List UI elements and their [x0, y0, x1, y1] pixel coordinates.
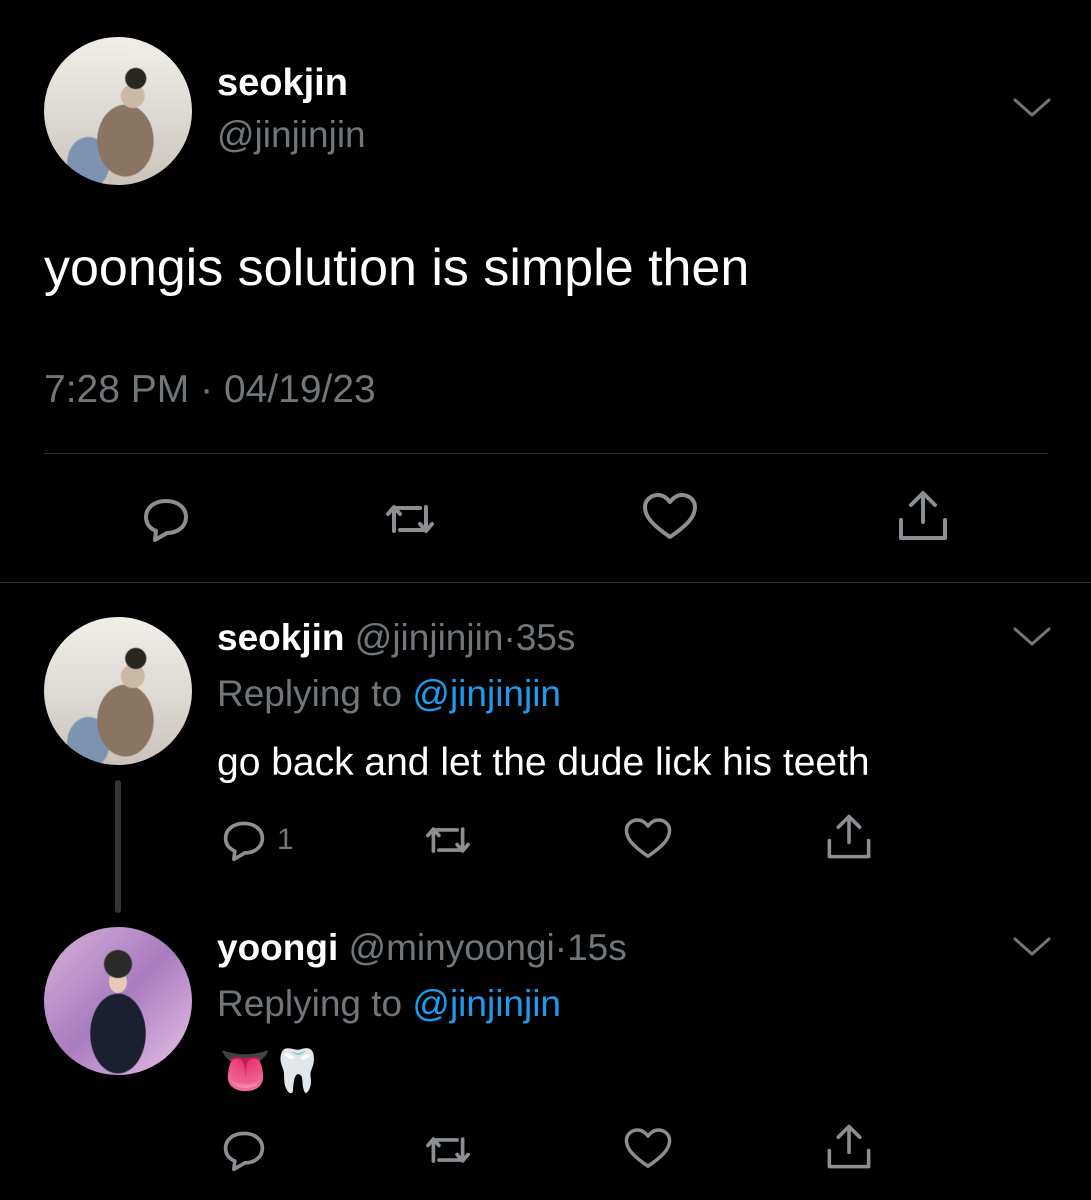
- chevron-down-icon[interactable]: [1012, 97, 1052, 119]
- reply-1-separator: ·: [503, 617, 516, 658]
- reply-1-handle[interactable]: @jinjinjin: [355, 617, 504, 658]
- thread-connector-line: [115, 780, 121, 913]
- like-icon[interactable]: [623, 817, 673, 861]
- share-icon[interactable]: [824, 1122, 874, 1172]
- reply-icon[interactable]: [221, 1127, 267, 1173]
- reply-1-reply-action[interactable]: 1: [221, 817, 294, 863]
- reply-1-header: seokjin @jinjinjin·35s: [217, 617, 575, 659]
- reply-1-reply-count: 1: [277, 823, 294, 856]
- reply-icon[interactable]: [141, 494, 191, 544]
- reply-1-avatar[interactable]: [44, 617, 192, 765]
- reply-2-emoji-text: 👅🦷: [219, 1047, 324, 1094]
- reply-1-replying-to: Replying to @jinjinjin: [217, 673, 561, 715]
- chevron-down-icon[interactable]: [1012, 936, 1052, 958]
- reply-2-replying-to: Replying to @jinjinjin: [217, 983, 561, 1025]
- reply-2-header: yoongi @minyoongi·15s: [217, 927, 627, 969]
- retweet-icon[interactable]: [422, 1129, 474, 1171]
- reply-2-age[interactable]: 15s: [567, 927, 627, 968]
- share-icon[interactable]: [895, 488, 951, 544]
- replying-to-handle-link[interactable]: @jinjinjin: [412, 983, 561, 1024]
- reply-2-display-name[interactable]: yoongi: [217, 927, 338, 968]
- main-tweet-handle[interactable]: @jinjinjin: [217, 114, 366, 156]
- main-tweet-avatar[interactable]: [44, 37, 192, 185]
- reply-icon: [221, 817, 267, 863]
- section-divider: [0, 582, 1091, 583]
- main-tweet-time: 7:28 PM: [44, 368, 190, 411]
- main-tweet-text: yoongis solution is simple then: [44, 239, 750, 297]
- reply-1-text: go back and let the dude lick his teeth: [217, 741, 870, 784]
- replying-to-label: Replying to: [217, 673, 403, 714]
- main-tweet-date: 04/19/23: [223, 368, 376, 411]
- reply-1-display-name[interactable]: seokjin: [217, 617, 345, 658]
- reply-1-age[interactable]: 35s: [516, 617, 576, 658]
- main-tweet-divider: [44, 453, 1048, 454]
- retweet-icon[interactable]: [422, 819, 474, 861]
- main-tweet-timestamp[interactable]: 7:28 PM · 04/19/23: [44, 368, 376, 412]
- reply-2-handle[interactable]: @minyoongi: [349, 927, 555, 968]
- date-separator: ·: [200, 368, 214, 411]
- reply-2-avatar[interactable]: [44, 927, 192, 1075]
- retweet-icon[interactable]: [382, 496, 438, 542]
- replying-to-handle-link[interactable]: @jinjinjin: [412, 673, 561, 714]
- like-icon[interactable]: [623, 1127, 673, 1171]
- reply-2-separator: ·: [554, 927, 568, 968]
- share-icon[interactable]: [824, 812, 874, 862]
- replying-to-label: Replying to: [217, 983, 403, 1024]
- chevron-down-icon[interactable]: [1012, 626, 1052, 648]
- main-tweet-display-name[interactable]: seokjin: [217, 62, 348, 105]
- like-icon[interactable]: [641, 492, 699, 542]
